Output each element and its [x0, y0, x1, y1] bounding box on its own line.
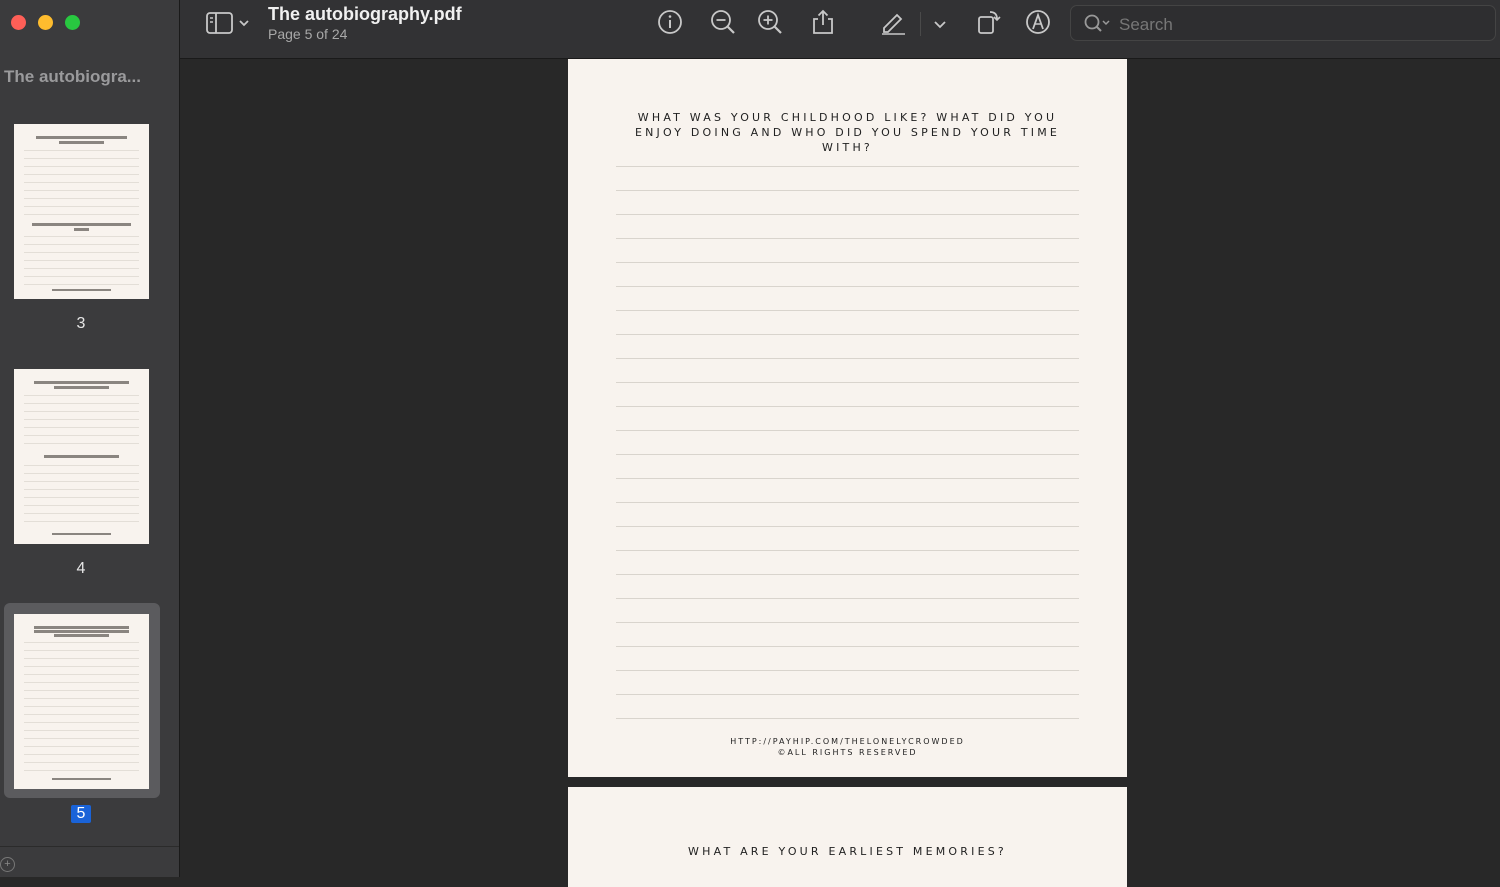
toolbar-divider [920, 12, 921, 36]
zoom-window-button[interactable] [65, 15, 80, 30]
footer-rights: ©ALL RIGHTS RESERVED [777, 748, 918, 757]
thumbnail-page-number: 3 [76, 315, 86, 332]
ruled-line [616, 286, 1079, 287]
minimize-window-button[interactable] [38, 15, 53, 30]
ruled-line [616, 670, 1079, 671]
toolbar: The autobiography.pdf Page 5 of 24 [180, 0, 1500, 59]
ruled-line [616, 430, 1079, 431]
ruled-line [616, 190, 1079, 191]
page-thumbnail-4[interactable] [14, 369, 149, 544]
footer-url: HTTP://PAYHIP.COM/THELONELYCROWDED [730, 737, 965, 746]
ruled-line [616, 502, 1079, 503]
ruled-line [616, 406, 1079, 407]
share-icon[interactable] [809, 8, 837, 36]
page-thumbnail-3[interactable] [14, 124, 149, 299]
search-icon [1083, 13, 1111, 35]
ruled-line [616, 310, 1079, 311]
ruled-line [616, 478, 1079, 479]
zoom-in-icon[interactable] [756, 8, 784, 36]
ruled-line [616, 358, 1079, 359]
pdf-page-5[interactable]: WHAT WAS YOUR CHILDHOOD LIKE? WHAT DID Y… [568, 59, 1127, 777]
ruled-line [616, 382, 1079, 383]
ruled-line [616, 622, 1079, 623]
ruled-line [616, 718, 1079, 719]
ruled-line [616, 214, 1079, 215]
thumbnail-page-number: 4 [76, 560, 86, 577]
sidebar-document-title: The autobiogra... [4, 67, 141, 86]
close-window-button[interactable] [11, 15, 26, 30]
sidebar-divider [0, 846, 179, 847]
ruled-line [616, 262, 1079, 263]
document-title: The autobiography.pdf [268, 4, 462, 24]
ruled-line [616, 694, 1079, 695]
ruled-line [616, 166, 1079, 167]
ruled-line [616, 598, 1079, 599]
ruled-line [616, 334, 1079, 335]
annotate-icon[interactable] [1024, 8, 1052, 36]
add-page-icon[interactable]: + [0, 857, 15, 872]
search-input[interactable] [1117, 12, 1481, 38]
thumbnail-page-number-selected: 5 [71, 805, 91, 823]
search-field[interactable] [1070, 5, 1496, 41]
ruled-line [616, 238, 1079, 239]
page-heading: WHAT WAS YOUR CHILDHOOD LIKE? WHAT DID Y… [634, 111, 1061, 154]
zoom-out-icon[interactable] [709, 8, 737, 36]
chevron-down-icon[interactable] [926, 10, 954, 38]
info-icon[interactable] [656, 8, 684, 36]
ruled-line [616, 526, 1079, 527]
ruled-line [616, 646, 1079, 647]
pdf-page-6[interactable]: WHAT ARE YOUR EARLIEST MEMORIES? [568, 787, 1127, 887]
markup-pen-icon[interactable] [879, 8, 907, 36]
ruled-line [616, 550, 1079, 551]
page-indicator: Page 5 of 24 [268, 26, 348, 42]
thumbnail-sidebar: The autobiogra... 3 4 5 + [0, 0, 180, 877]
ruled-line [616, 574, 1079, 575]
ruled-line [616, 454, 1079, 455]
sidebar-toggle-icon[interactable] [204, 10, 254, 38]
page-heading: WHAT ARE YOUR EARLIEST MEMORIES? [688, 845, 1007, 858]
page-thumbnail-5[interactable] [14, 614, 149, 789]
rotate-icon[interactable] [975, 8, 1003, 36]
